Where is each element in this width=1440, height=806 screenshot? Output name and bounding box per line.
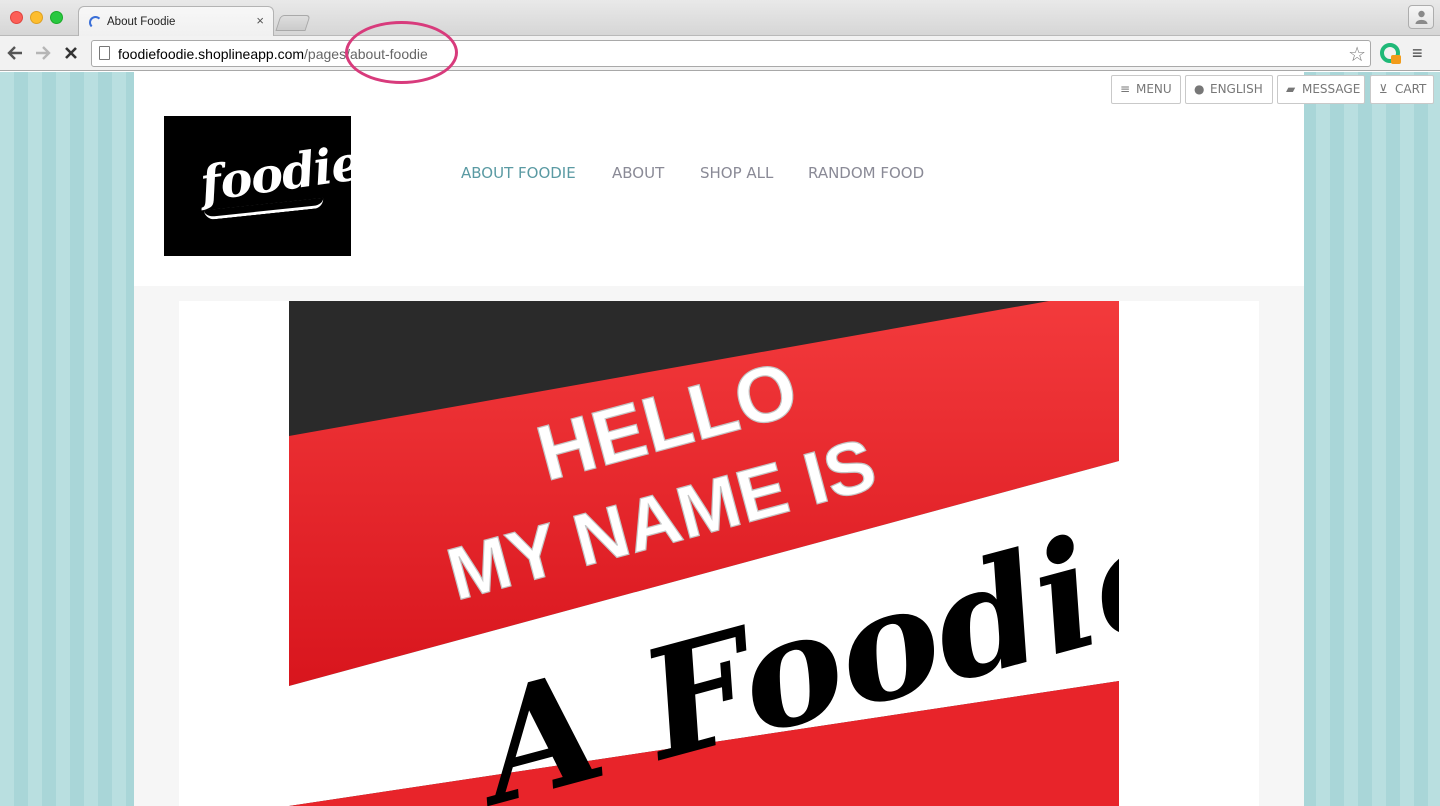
extension-badge [1391,55,1401,64]
name-tag-illustration: HELLO MY NAME IS A Foodie [289,301,1119,806]
nav-about-foodie[interactable]: ABOUT FOODIE [461,164,576,182]
url-host: foodiefoodie.shoplineapp.com [118,46,305,62]
nav-about[interactable]: ABOUT [612,164,664,182]
nav-shop-all[interactable]: SHOP ALL [700,164,773,182]
menu-button[interactable]: ≡ MENU [1111,75,1181,104]
cart-button[interactable]: ⊻ CART [1370,75,1434,104]
window-minimize-button[interactable] [30,11,43,24]
profile-icon[interactable] [1408,5,1434,29]
hero-image-frame: HELLO MY NAME IS A Foodie [179,301,1259,806]
language-label: ENGLISH [1210,82,1263,96]
window-maximize-button[interactable] [50,11,63,24]
loading-spinner-icon [89,16,102,29]
chat-icon: ▰ [1286,82,1296,96]
star-icon[interactable]: ☆ [1348,42,1366,67]
foodie-logo[interactable]: foodie [164,116,364,256]
language-button[interactable]: ● ENGLISH [1185,75,1273,104]
nav-random-food[interactable]: RANDOM FOOD [808,164,924,182]
chrome-menu-icon[interactable]: ≡ [1412,44,1423,62]
message-label: MESSAGE [1302,82,1361,96]
globe-icon: ● [1194,82,1205,96]
site-container: foodie ABOUT FOODIE ABOUT SHOP ALL RANDO… [134,72,1304,806]
cart-icon: ⊻ [1379,82,1388,96]
page-viewport: foodie ABOUT FOODIE ABOUT SHOP ALL RANDO… [0,72,1440,806]
menu-icon: ≡ [1120,82,1131,96]
address-bar[interactable]: foodiefoodie.shoplineapp.com/pages/about… [91,40,1371,67]
stop-icon[interactable] [60,42,82,64]
cart-label: CART [1395,82,1427,96]
tab-title: About Foodie [107,16,176,28]
url-path: /pages/about-foodie [304,46,428,62]
tab-strip: About Foodie × [0,0,1440,37]
url-text[interactable]: foodiefoodie.shoplineapp.com/pages/about… [118,46,428,62]
browser-tab[interactable]: About Foodie × [78,6,274,37]
window-close-button[interactable] [10,11,23,24]
tab-close-icon[interactable]: × [256,13,264,28]
utility-bar: ≡ MENU ● ENGLISH ▰ MESSAGE ⊻ CART [0,72,1440,108]
page-icon [99,46,110,60]
message-button[interactable]: ▰ MESSAGE [1277,75,1365,104]
hero-image: HELLO MY NAME IS A Foodie [289,301,1119,806]
back-icon[interactable] [4,42,26,64]
browser-toolbar: foodiefoodie.shoplineapp.com/pages/about… [0,36,1440,71]
new-tab-button[interactable] [275,15,311,31]
menu-label: MENU [1136,82,1172,96]
forward-icon[interactable] [32,42,54,64]
